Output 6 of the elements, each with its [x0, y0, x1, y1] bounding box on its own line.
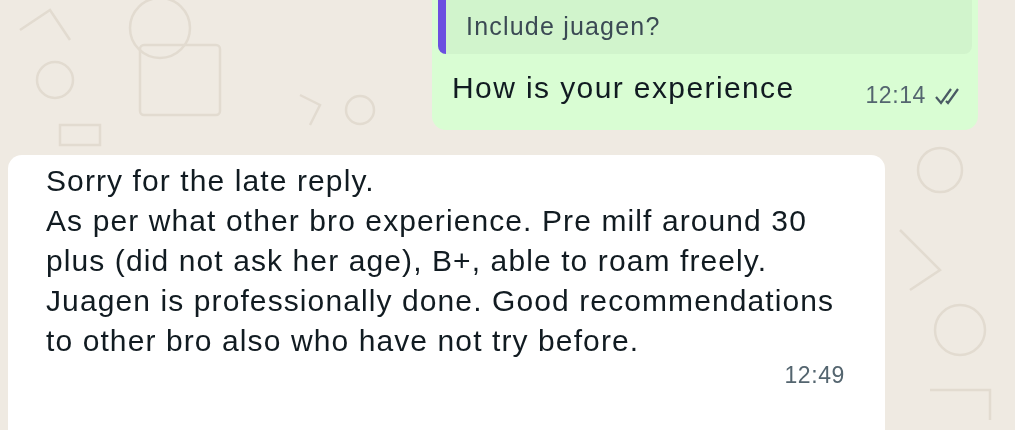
message-text: Sorry for the late reply. As per what other bro experience. Pre milf around 30 plus (did not ask her age), B+, able to roam freely. Juagen is professionally done. Good recommendations to other bro also who have not try before. — [46, 163, 836, 359]
quoted-text: Include juagen? — [465, 11, 662, 42]
message-text: How is your experience — [452, 70, 795, 106]
quoted-message[interactable]: Include juagen? — [438, 0, 972, 54]
message-time: 12:49 — [784, 363, 845, 387]
message-time: 12:14 — [865, 82, 926, 109]
